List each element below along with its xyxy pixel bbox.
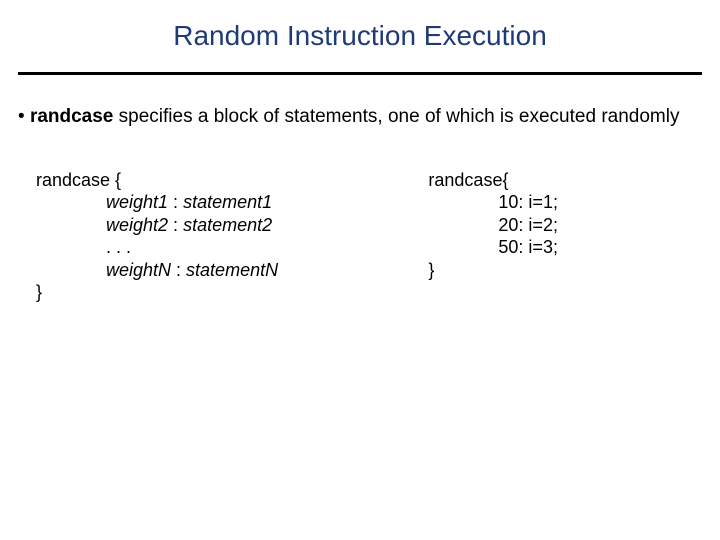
- syntax-line-n: weightN : statementN: [36, 259, 392, 282]
- example-open: randcase{: [428, 169, 702, 192]
- syntax-line-1: weight1 : statement1: [36, 191, 392, 214]
- syntax-dots: . . .: [36, 236, 392, 259]
- slide-body: • randcase specifies a block of statemen…: [0, 75, 720, 304]
- syntax-stmt-2: statement2: [183, 215, 272, 235]
- syntax-close: }: [36, 281, 392, 304]
- slide-title: Random Instruction Execution: [0, 0, 720, 62]
- syntax-block: randcase { weight1 : statement1 weight2 …: [18, 169, 392, 304]
- example-block: randcase{ 10: i=1; 20: i=2; 50: i=3; }: [418, 169, 702, 304]
- example-close: }: [428, 259, 702, 282]
- example-line-2: 20: i=2;: [428, 214, 702, 237]
- example-line-3: 50: i=3;: [428, 236, 702, 259]
- bullet-text: specifies a block of statements, one of …: [113, 106, 679, 127]
- syntax-sep-n: :: [171, 260, 186, 280]
- syntax-weight-2: weight2: [106, 215, 168, 235]
- bullet-line: • randcase specifies a block of statemen…: [18, 105, 702, 129]
- syntax-weight-1: weight1: [106, 192, 168, 212]
- syntax-sep-2: :: [168, 215, 183, 235]
- slide: Random Instruction Execution • randcase …: [0, 0, 720, 540]
- syntax-stmt-1: statement1: [183, 192, 272, 212]
- bullet-keyword: randcase: [30, 106, 113, 127]
- bullet-marker: •: [18, 106, 30, 127]
- syntax-sep-1: :: [168, 192, 183, 212]
- syntax-weight-n: weightN: [106, 260, 171, 280]
- syntax-line-2: weight2 : statement2: [36, 214, 392, 237]
- example-line-1: 10: i=1;: [428, 191, 702, 214]
- syntax-open: randcase {: [36, 169, 392, 192]
- syntax-stmt-n: statementN: [186, 260, 278, 280]
- columns: randcase { weight1 : statement1 weight2 …: [18, 169, 702, 304]
